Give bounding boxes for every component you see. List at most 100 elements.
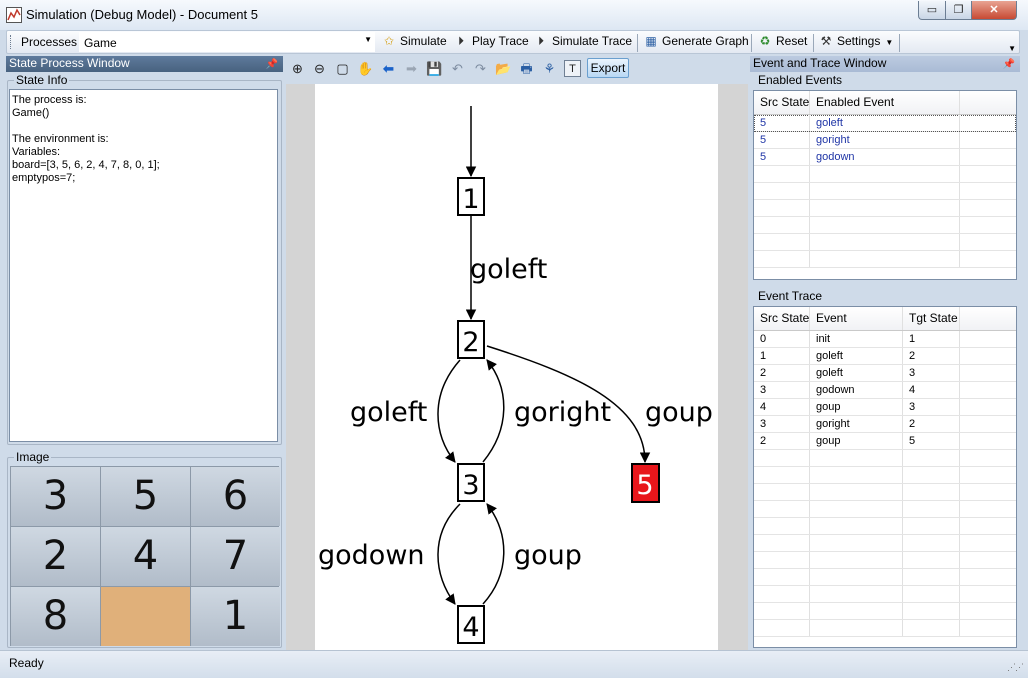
table-row-empty — [754, 200, 1016, 217]
table-row[interactable]: 4 goup 3 — [754, 399, 1016, 416]
graph-node[interactable]: 1 — [457, 177, 485, 216]
play-trace-button[interactable]: ⏵ Play Trace — [453, 34, 529, 51]
redo-icon[interactable]: ↷ — [472, 60, 489, 77]
src-state-cell — [754, 535, 810, 551]
chevron-down-icon[interactable]: ▼ — [364, 35, 372, 44]
select-rect-icon[interactable]: ▢ — [334, 60, 351, 77]
tgt-state-cell: 4 — [903, 382, 960, 398]
zoom-in-icon[interactable]: ⊕ — [289, 60, 306, 77]
tgt-state-cell — [903, 552, 960, 568]
graph-node[interactable]: 4 — [457, 605, 485, 644]
empty-cell — [960, 620, 1016, 636]
undo-icon[interactable]: ↶ — [449, 60, 466, 77]
forward-arrow-icon[interactable]: ➡ — [403, 60, 420, 77]
table-row[interactable]: 2 goup 5 — [754, 433, 1016, 450]
column-header[interactable]: Src State — [754, 91, 810, 114]
empty-cell — [960, 467, 1016, 483]
event-cell — [810, 518, 903, 534]
puzzle-tile: 8 — [11, 587, 100, 646]
layout-tree-icon[interactable]: ⚘ — [541, 60, 558, 77]
table-row-empty — [754, 518, 1016, 535]
simulate-trace-button[interactable]: ⏵ Simulate Trace — [533, 34, 632, 51]
process-select[interactable]: Game ▼ — [79, 32, 375, 52]
tgt-state-cell — [903, 586, 960, 602]
empty-cell — [960, 251, 1016, 267]
edge-label: goup — [645, 397, 713, 428]
play-circle-icon: ⏵ — [537, 34, 544, 48]
column-header[interactable]: Src State — [754, 307, 810, 330]
tgt-state-cell — [903, 620, 960, 636]
minimize-button[interactable]: ▭ — [918, 1, 946, 20]
table-row-empty — [754, 467, 1016, 484]
table-row[interactable]: 0 init 1 — [754, 331, 1016, 348]
event-trace-table: Src State Event Tgt State 0 init 1 1 goleft 2… — [753, 306, 1017, 648]
event-cell — [810, 467, 903, 483]
empty-cell — [960, 518, 1016, 534]
graph-node[interactable]: 2 — [457, 320, 485, 359]
empty-cell — [960, 382, 1016, 398]
zoom-out-icon[interactable]: ⊖ — [311, 60, 328, 77]
back-arrow-icon[interactable]: ⬅ — [380, 60, 397, 77]
generate-graph-label: Generate Graph — [662, 34, 749, 48]
tgt-state-cell — [903, 484, 960, 500]
toolbar-separator — [899, 34, 900, 52]
column-header[interactable]: Enabled Event — [810, 91, 960, 114]
save-icon[interactable]: 💾 — [426, 60, 443, 77]
simulate-button[interactable]: ✩ Simulate — [381, 34, 447, 51]
column-header[interactable]: Tgt State — [903, 307, 960, 330]
state-info-textbox[interactable]: The process is: Game() The environment i… — [9, 89, 278, 442]
empty-cell — [960, 433, 1016, 449]
maximize-button[interactable]: ❐ — [945, 1, 972, 20]
table-row[interactable]: 3 godown 4 — [754, 382, 1016, 399]
close-button[interactable]: ✕ — [971, 1, 1017, 20]
graph-node-current[interactable]: 5 — [631, 463, 660, 503]
print-icon[interactable]: 🖶 — [518, 60, 535, 77]
graph-node[interactable]: 3 — [457, 463, 485, 502]
graph-grid-icon: ▦ — [645, 34, 657, 48]
empty-cell — [960, 552, 1016, 568]
table-row[interactable]: 1 goleft 2 — [754, 348, 1016, 365]
tgt-state-cell: 3 — [903, 365, 960, 381]
open-folder-icon[interactable]: 📂 — [495, 60, 512, 77]
table-row[interactable]: 3 goright 2 — [754, 416, 1016, 433]
event-cell: goleft — [810, 115, 960, 131]
event-cell — [810, 586, 903, 602]
empty-cell — [960, 603, 1016, 619]
table-row-empty — [754, 251, 1016, 268]
table-row[interactable]: 5 goleft — [754, 115, 1016, 132]
resize-grip-icon[interactable]: ⋰⋰ — [1007, 662, 1024, 673]
table-row-empty — [754, 552, 1016, 569]
empty-cell — [960, 535, 1016, 551]
src-state-cell: 5 — [754, 149, 810, 165]
toolbar-separator — [813, 34, 814, 52]
table-row[interactable]: 5 goright — [754, 132, 1016, 149]
node-label: 4 — [462, 612, 479, 643]
event-cell — [810, 234, 960, 250]
export-button[interactable]: Export — [587, 58, 629, 78]
process-select-value: Game — [84, 36, 117, 50]
graph-area[interactable]: goleft goleft goright goup godown goup 1… — [286, 84, 748, 650]
table-row[interactable]: 2 goleft 3 — [754, 365, 1016, 382]
toolbar-grip[interactable] — [10, 35, 13, 49]
generate-graph-button[interactable]: ▦ Generate Graph — [643, 34, 749, 51]
settings-button[interactable]: ⚒ Settings ▼ — [818, 34, 894, 51]
tgt-state-cell: 2 — [903, 348, 960, 364]
edge-label: godown — [318, 540, 425, 571]
tgt-state-cell: 5 — [903, 433, 960, 449]
pin-icon[interactable]: 📌 — [266, 57, 278, 72]
src-state-cell: 3 — [754, 416, 810, 432]
text-icon[interactable]: T — [564, 60, 581, 77]
pin-icon[interactable]: 📌 — [1003, 57, 1015, 72]
column-header-empty — [960, 307, 1016, 330]
enabled-events-table: Src State Enabled Event 5 goleft 5 goright 5… — [753, 90, 1017, 280]
hand-pan-icon[interactable]: ✋ — [357, 60, 374, 77]
play-circle-icon: ⏵ — [457, 34, 464, 48]
src-state-cell — [754, 200, 810, 216]
enabled-events-label: Enabled Events — [758, 73, 843, 87]
column-header[interactable]: Event — [810, 307, 903, 330]
reset-button[interactable]: ♻ Reset — [757, 34, 808, 51]
tgt-state-cell — [903, 535, 960, 551]
toolbar-overflow-icon[interactable]: ▼ — [1008, 44, 1016, 53]
table-row[interactable]: 5 godown — [754, 149, 1016, 166]
empty-cell — [960, 166, 1016, 182]
